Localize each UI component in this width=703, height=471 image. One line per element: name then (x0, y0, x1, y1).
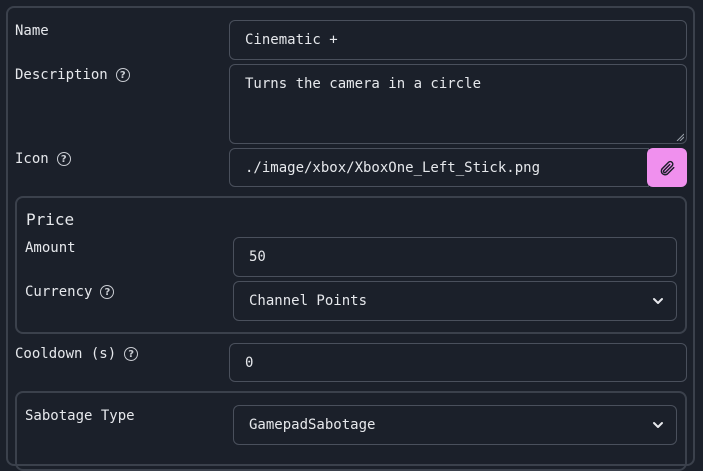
help-circle-icon[interactable]: ? (100, 285, 115, 299)
sabotage-type-label: Sabotage Type (25, 408, 135, 424)
amount-input[interactable]: 50 (233, 237, 677, 277)
resize-handle-icon[interactable] (676, 133, 684, 141)
chevron-down-icon (653, 422, 663, 428)
help-circle-icon[interactable]: ? (56, 152, 71, 166)
currency-select[interactable]: Channel Points (233, 281, 677, 321)
sabotage-type-select[interactable]: GamepadSabotage (233, 405, 677, 445)
name-label: Name (15, 23, 49, 39)
price-title: Price (26, 210, 75, 229)
description-textarea[interactable]: Turns the camera in a circle (229, 64, 687, 144)
name-input[interactable]: Cinematic + (229, 20, 687, 60)
chevron-down-icon (653, 298, 663, 304)
icon-label: Icon ? (15, 151, 71, 167)
paperclip-icon (660, 160, 675, 175)
amount-label: Amount (25, 240, 76, 256)
description-label: Description ? (15, 67, 130, 83)
cooldown-label: Cooldown (s) ? (15, 346, 139, 362)
currency-label: Currency ? (25, 284, 115, 300)
icon-path-input[interactable]: ./image/xbox/XboxOne_Left_Stick.png (229, 148, 649, 187)
help-circle-icon[interactable]: ? (115, 68, 130, 82)
help-circle-icon[interactable]: ? (124, 347, 139, 361)
cooldown-input[interactable]: 0 (229, 343, 687, 382)
attach-file-button[interactable] (647, 148, 687, 187)
